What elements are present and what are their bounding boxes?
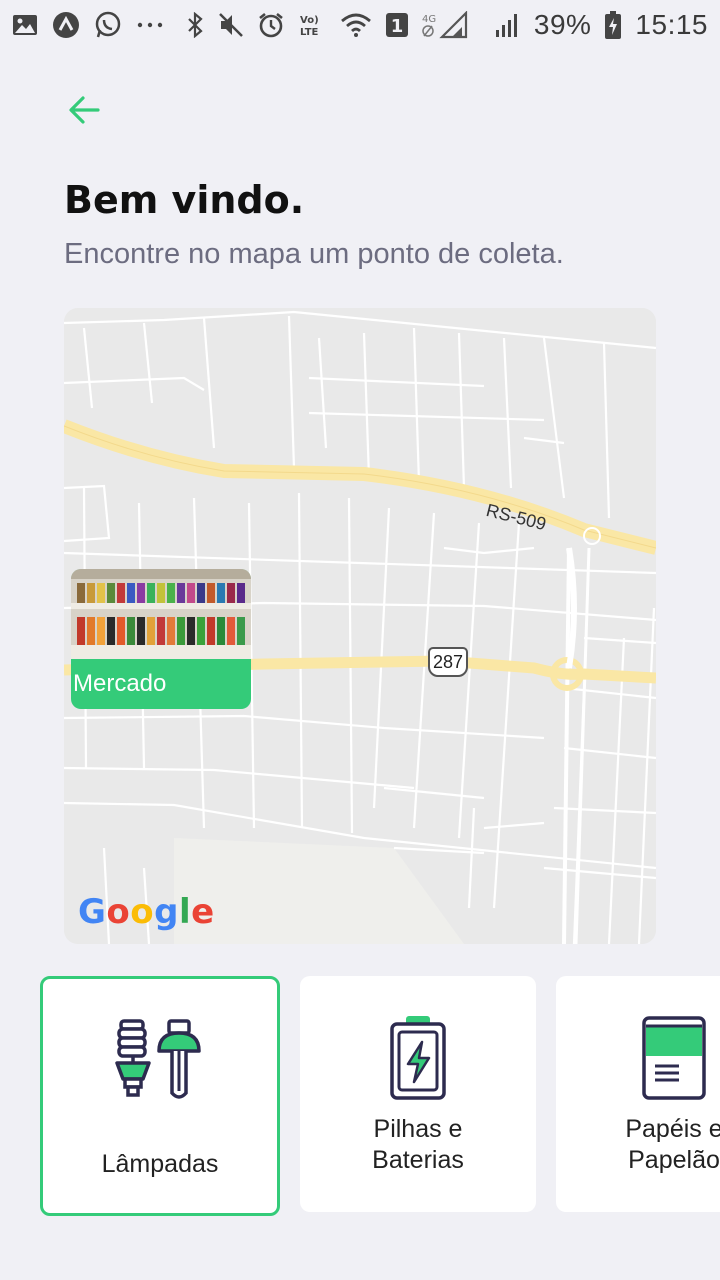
item-papeis-papelao[interactable]: Papéis e Papelão xyxy=(556,976,720,1212)
svg-text:Vo): Vo) xyxy=(300,15,319,26)
bluetooth-icon xyxy=(186,11,204,39)
alarm-icon xyxy=(258,11,284,39)
app-notification-icon xyxy=(52,11,80,39)
network-4g-icon: 4G xyxy=(422,11,480,39)
sim-number: 1 xyxy=(391,16,404,37)
network-type: 4G xyxy=(422,14,436,25)
mute-icon xyxy=(218,11,244,39)
volte-icon: Vo) LTE xyxy=(298,11,326,39)
clock: 15:15 xyxy=(635,9,708,40)
paper-icon xyxy=(642,1016,706,1100)
back-button[interactable] xyxy=(62,90,106,130)
map[interactable]: RS-509 287 Mercado Google xyxy=(64,308,656,944)
items-list[interactable]: Lâmpadas Pilhas e Baterias Papéis e Pape… xyxy=(40,976,720,1216)
item-label: Lâmpadas xyxy=(101,1150,219,1178)
battery-icon xyxy=(390,1016,446,1100)
screen: Vo) LTE 1 4G 39% 15:15 Bem vindo. Encont… xyxy=(0,0,720,1280)
route-badge: 287 xyxy=(428,647,468,677)
wifi-icon xyxy=(340,11,372,39)
status-bar: Vo) LTE 1 4G 39% 15:15 xyxy=(0,0,720,50)
battery-percent: 39% xyxy=(533,9,592,40)
lamp-icon xyxy=(115,1019,201,1099)
item-lampadas[interactable]: Lâmpadas xyxy=(40,976,280,1216)
marker-label: Mercado xyxy=(73,670,167,697)
google-logo: Google xyxy=(78,892,215,932)
more-notifications-icon xyxy=(136,11,164,39)
battery-charging-icon xyxy=(605,11,622,39)
page-subtitle: Encontre no mapa um ponto de coleta. xyxy=(64,238,564,270)
marker-photo xyxy=(71,569,251,659)
gallery-icon xyxy=(12,11,38,39)
item-label: Pilhas e Baterias xyxy=(372,1115,464,1174)
sim-icon: 1 xyxy=(385,11,408,39)
arrow-left-icon xyxy=(69,96,100,124)
whatsapp-icon xyxy=(94,11,122,39)
signal-icon xyxy=(494,11,520,39)
item-pilhas-baterias[interactable]: Pilhas e Baterias xyxy=(300,976,536,1212)
map-marker-mercado[interactable]: Mercado xyxy=(71,569,251,709)
item-label: Papéis e Papelão xyxy=(625,1115,720,1174)
svg-text:LTE: LTE xyxy=(300,27,319,38)
page-title: Bem vindo. xyxy=(64,178,305,222)
